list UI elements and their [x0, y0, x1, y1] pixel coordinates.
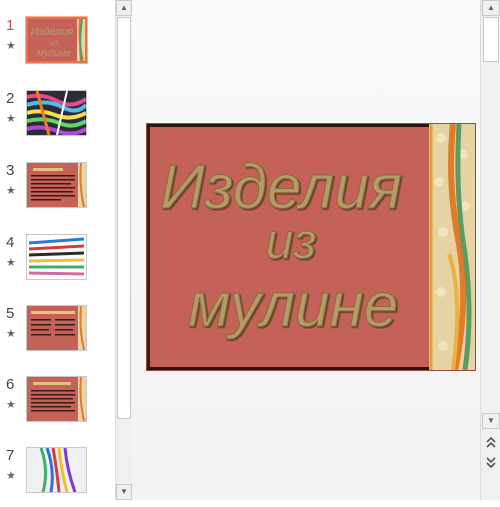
slide-title-line-3: мулине [188, 271, 398, 340]
slide-preview-2[interactable] [26, 90, 87, 136]
thumbnail-scrollbar[interactable]: ▲ ▼ [115, 0, 132, 500]
slide-number-3: 3 [6, 162, 15, 179]
thumbnail-scroll-thumb[interactable] [117, 17, 131, 419]
slide-thumbnail-3[interactable]: 3 ★ [0, 162, 115, 222]
slide-number-1: 1 [6, 17, 15, 34]
down-arrow-icon[interactable]: ▼ [482, 413, 500, 429]
editor-scroll-thumb[interactable] [483, 17, 499, 62]
slide-number-6: 6 [6, 376, 15, 393]
slide-thumbnail-2[interactable]: 2 ★ [0, 90, 115, 150]
star-icon: ★ [6, 328, 16, 340]
decorative-side-panel [429, 124, 475, 370]
slide-title-line-2: из [265, 213, 316, 269]
slide-thumbnail-1[interactable]: 1 ★ Изделия из мулине [0, 16, 115, 77]
slide-title-art: Изделия из мулине [160, 153, 403, 341]
star-icon: ★ [6, 113, 16, 125]
slide-number-2: 2 [6, 90, 15, 107]
slide-preview-6[interactable] [26, 376, 87, 422]
thumb-title-line: мулине [37, 48, 71, 59]
slide-thumbnail-7[interactable]: 7 ★ [0, 447, 115, 507]
slide-preview-5[interactable] [26, 305, 87, 351]
slide-thumbnail-5[interactable]: 5 ★ [0, 305, 115, 365]
slide-preview-1[interactable]: Изделия из мулине [25, 16, 88, 64]
slide-number-4: 4 [6, 234, 15, 251]
star-icon: ★ [6, 40, 16, 52]
thumb-title-line: Изделия [31, 26, 74, 38]
slide-thumbnail-6[interactable]: 6 ★ [0, 376, 115, 436]
slide-preview-4[interactable] [26, 234, 87, 280]
double-down-arrow-icon[interactable] [485, 455, 497, 469]
up-arrow-icon[interactable]: ▲ [482, 0, 500, 16]
double-up-arrow-icon[interactable] [485, 436, 497, 450]
star-icon: ★ [6, 399, 16, 411]
slide-title-line-1: Изделия [160, 153, 402, 222]
slide-thumbnail-4[interactable]: 4 ★ [0, 234, 115, 294]
slide-preview-3[interactable] [26, 162, 87, 208]
thumb-title-line: из [50, 38, 58, 47]
star-icon: ★ [6, 470, 16, 482]
up-arrow-icon[interactable]: ▲ [116, 0, 132, 16]
slide-number-7: 7 [6, 447, 15, 464]
main-slide-canvas[interactable]: Изделия из мулине [147, 124, 475, 370]
slide-number-5: 5 [6, 305, 15, 322]
editor-scrollbar[interactable]: ▲ ▼ [480, 0, 500, 500]
down-arrow-icon[interactable]: ▼ [116, 484, 132, 500]
slide-thumbnail-pane[interactable]: 1 ★ Изделия из мулине 2 ★ 3 ★ 4 ★ 5 ★ 6 … [0, 0, 115, 500]
star-icon: ★ [6, 185, 16, 197]
slide-preview-7[interactable] [26, 447, 87, 493]
star-icon: ★ [6, 257, 16, 269]
